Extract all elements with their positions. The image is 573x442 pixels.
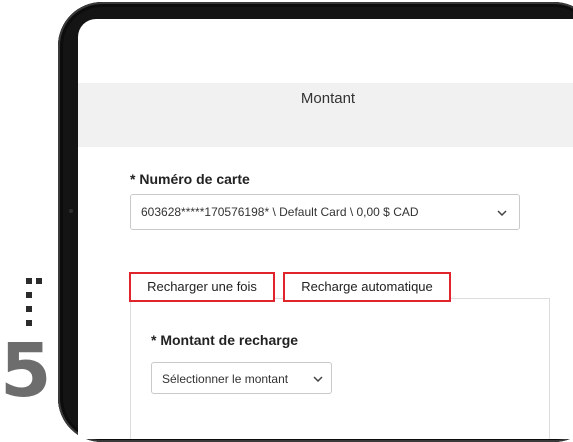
tab-auto-recharge[interactable]: Recharge automatique [283,272,451,302]
recharge-amount-label: * Montant de recharge [151,332,299,348]
tablet-screen: Montant * Numéro de carte 603628*****170… [78,19,573,439]
dot [26,278,32,284]
chevron-down-icon [497,210,507,216]
chevron-down-icon [313,376,323,382]
recharge-amount-select[interactable]: Sélectionner le montant [151,362,332,394]
dot [36,278,42,284]
dot [26,320,32,326]
dot [26,292,32,298]
card-number-select[interactable]: 603628*****170576198* \ Default Card \ 0… [130,194,520,230]
recharge-amount-value: Sélectionner le montant [162,372,289,386]
tab-recharge-once[interactable]: Recharger une fois [129,272,275,302]
dot [26,306,32,312]
page-title: Montant [300,90,356,107]
card-number-value: 603628*****170576198* \ Default Card \ 0… [141,205,419,219]
card-number-label: * Numéro de carte [130,171,250,187]
camera-dot [69,209,73,213]
step-number: 5 [0,328,52,414]
